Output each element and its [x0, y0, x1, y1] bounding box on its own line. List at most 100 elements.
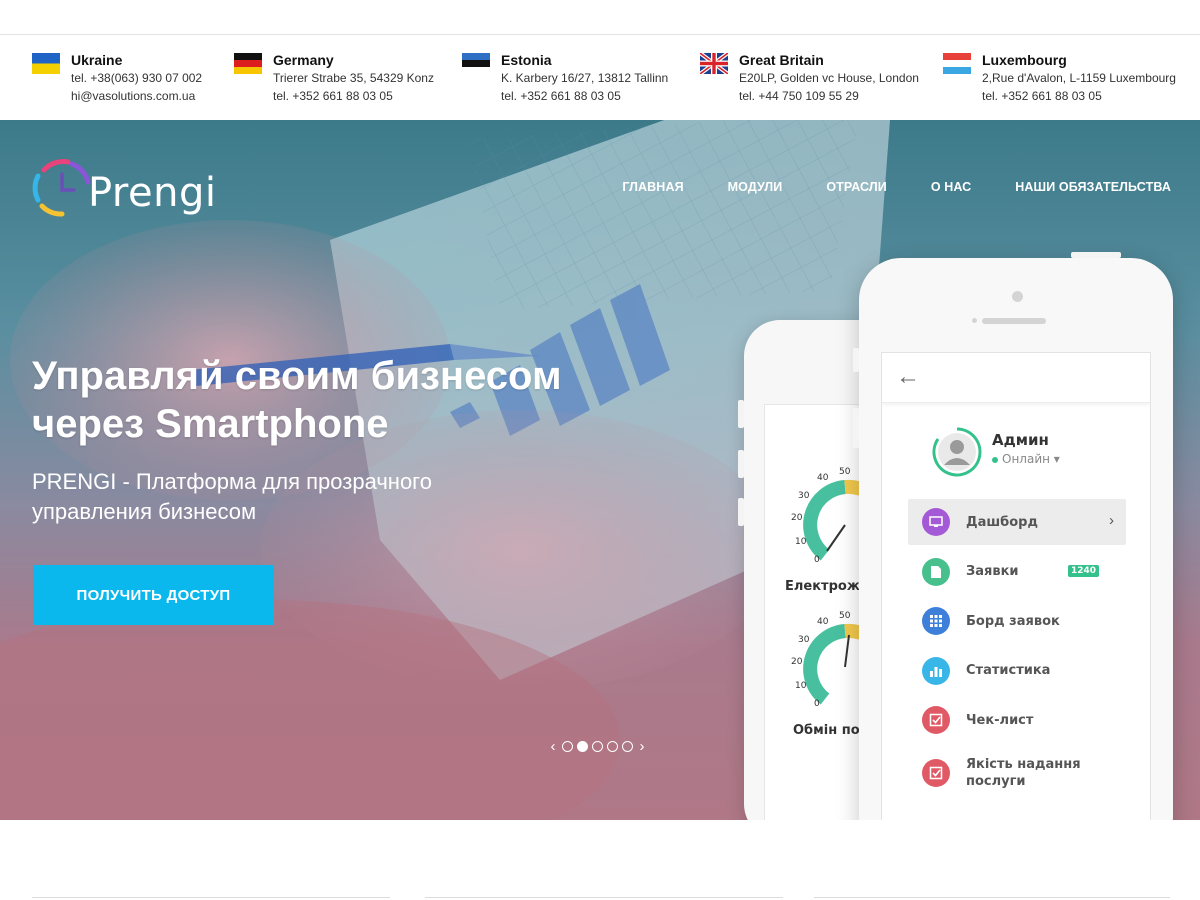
flag-germany-icon — [234, 53, 262, 74]
office-address: Trierer Strabe 35, 54329 Konz — [273, 71, 434, 85]
chevron-right-icon[interactable]: › — [635, 738, 649, 755]
office-country: Luxembourg — [982, 52, 1067, 68]
slider-dot[interactable] — [562, 741, 573, 752]
requests-count-badge: 1240 — [1068, 564, 1100, 577]
menu-item-statistics[interactable]: Статистика — [908, 648, 1126, 694]
nav-industries[interactable]: ОТРАСЛИ — [826, 180, 886, 194]
office-ukraine: Ukraine tel. +38(063) 930 07 002 hi@vaso… — [32, 51, 202, 105]
phone-side-button — [738, 498, 744, 526]
menu-item-service-quality[interactable]: Якість надання послуги — [908, 747, 1126, 799]
checkbox-icon — [922, 758, 950, 787]
slider-dot[interactable] — [607, 741, 618, 752]
gauge-tick: 30 — [798, 635, 810, 645]
menu-item-label: Чек-лист — [966, 712, 1034, 728]
gauge-tick: 50 — [839, 611, 851, 621]
get-access-button[interactable]: ПОЛУЧИТЬ ДОСТУП — [33, 565, 274, 625]
logo[interactable]: Prengi — [32, 158, 216, 218]
gauge-tick: 20 — [791, 513, 803, 523]
phone-speaker — [982, 318, 1046, 324]
slider-dot[interactable] — [622, 741, 633, 752]
menu-item-checklist[interactable]: Чек-лист — [908, 697, 1126, 743]
gauge-tick: 0 — [814, 555, 820, 565]
flag-estonia-icon — [462, 53, 490, 74]
office-address: 2,Rue d'Avalon, L-1159 Luxembourg — [982, 71, 1176, 85]
online-dot-icon — [992, 456, 998, 463]
grid-icon — [922, 607, 950, 635]
monitor-icon — [922, 508, 950, 536]
logo-text: Prengi — [88, 170, 217, 216]
chevron-right-icon: › — [1109, 512, 1114, 529]
gauge-tick: 40 — [817, 473, 829, 483]
phone-side-button — [853, 408, 859, 448]
user-profile: Админ Онлайн ▾ — [930, 425, 1060, 479]
office-country: Great Britain — [739, 52, 824, 68]
office-estonia: Estonia K. Karbery 16/27, 13812 Tallinn … — [462, 51, 668, 105]
phone-side-button — [738, 450, 744, 478]
checkbox-icon — [922, 706, 950, 734]
user-name: Админ — [992, 431, 1049, 449]
gauge-tick: 50 — [839, 467, 851, 477]
menu-item-label: Заявки — [966, 564, 1019, 579]
menu-item-board[interactable]: Борд заявок — [908, 598, 1126, 644]
divider — [814, 897, 1170, 898]
flag-ukraine-icon — [32, 53, 60, 74]
menu-item-requests[interactable]: Заявки 1240 — [908, 549, 1126, 595]
menu-item-label: Якість надання послуги — [966, 756, 1081, 789]
gauge-tick: 10 — [795, 681, 807, 691]
phone-front-screen: ← Админ Онлайн ▾ Дашборд › Заявки 1240 Б… — [881, 352, 1151, 820]
phone-camera — [1012, 291, 1023, 302]
phone-top-button — [1071, 252, 1121, 258]
user-status-label: Онлайн — [1002, 452, 1050, 466]
menu-item-label: Борд заявок — [966, 613, 1060, 629]
document-icon — [922, 557, 950, 586]
office-germany: Germany Trierer Strabe 35, 54329 Konz te… — [234, 51, 434, 105]
phone-side-button — [738, 400, 744, 428]
nav-commitments[interactable]: НАШИ ОБЯЗАТЕЛЬСТВА — [1015, 180, 1171, 194]
logo-clock-icon — [32, 159, 91, 217]
user-status[interactable]: Онлайн ▾ — [992, 452, 1060, 466]
hero-subline: PRENGI - Платформа для прозрачного управ… — [32, 469, 432, 524]
app-menu: Дашборд › Заявки 1240 Борд заявок Статис… — [908, 499, 1126, 820]
bar-chart-icon — [922, 656, 950, 685]
office-country: Germany — [273, 52, 334, 68]
office-address: K. Karbery 16/27, 13812 Tallinn — [501, 71, 669, 85]
phone-sensor — [972, 318, 977, 323]
phone-front-mockup: ← Админ Онлайн ▾ Дашборд › Заявки 1240 Б… — [853, 252, 1173, 820]
gauge-tick: 40 — [817, 617, 829, 627]
divider — [425, 897, 783, 898]
gauge-title: Електрожи — [785, 579, 869, 594]
menu-item-label: Дашборд — [966, 514, 1038, 530]
back-arrow-icon[interactable]: ← — [896, 363, 920, 391]
gauge-tick: 30 — [798, 491, 810, 501]
office-phone[interactable]: tel. +352 661 88 03 05 — [982, 87, 1176, 105]
menu-item-label: Статистика — [966, 663, 1051, 678]
slider-dot-active[interactable] — [577, 741, 588, 752]
nav-about[interactable]: О НАС — [931, 180, 971, 194]
hero-slider: Prengi ГЛАВНАЯ МОДУЛИ ОТРАСЛИ О НАС НАШИ… — [0, 120, 1200, 820]
phone-side-button — [853, 348, 859, 372]
app-topbar: ← — [882, 353, 1150, 403]
office-address: E20LP, Golden vc House, London — [739, 71, 919, 85]
office-country: Estonia — [501, 52, 552, 68]
contacts-bar: Ukraine tel. +38(063) 930 07 002 hi@vaso… — [0, 34, 1200, 120]
nav-modules[interactable]: МОДУЛИ — [728, 180, 783, 194]
gauge-tick: 20 — [791, 657, 803, 667]
office-phone[interactable]: tel. +352 661 88 03 05 — [273, 87, 434, 105]
gauge-tick: 0 — [814, 699, 820, 709]
caret-down-icon: ▾ — [1053, 452, 1060, 466]
chevron-left-icon[interactable]: ‹ — [546, 738, 560, 755]
office-phone[interactable]: tel. +352 661 88 03 05 — [501, 87, 668, 105]
office-phone[interactable]: tel. +38(063) 930 07 002 — [71, 69, 202, 87]
office-great-britain: Great Britain E20LP, Golden vc House, Lo… — [700, 51, 919, 105]
office-email[interactable]: hi@vasolutions.com.ua — [71, 87, 202, 105]
gauge-title: Обмін по — [793, 723, 860, 738]
avatar — [930, 425, 984, 479]
hero-headline: Управляй своим бизнесом через Smartphone — [32, 354, 562, 446]
office-phone[interactable]: tel. +44 750 109 55 29 — [739, 87, 919, 105]
main-nav: ГЛАВНАЯ МОДУЛИ ОТРАСЛИ О НАС НАШИ ОБЯЗАТ… — [578, 180, 1171, 194]
menu-item-partial[interactable] — [908, 802, 1126, 820]
nav-home[interactable]: ГЛАВНАЯ — [622, 180, 683, 194]
office-country: Ukraine — [71, 52, 123, 68]
menu-item-dashboard[interactable]: Дашборд › — [908, 499, 1126, 545]
slider-dot[interactable] — [592, 741, 603, 752]
